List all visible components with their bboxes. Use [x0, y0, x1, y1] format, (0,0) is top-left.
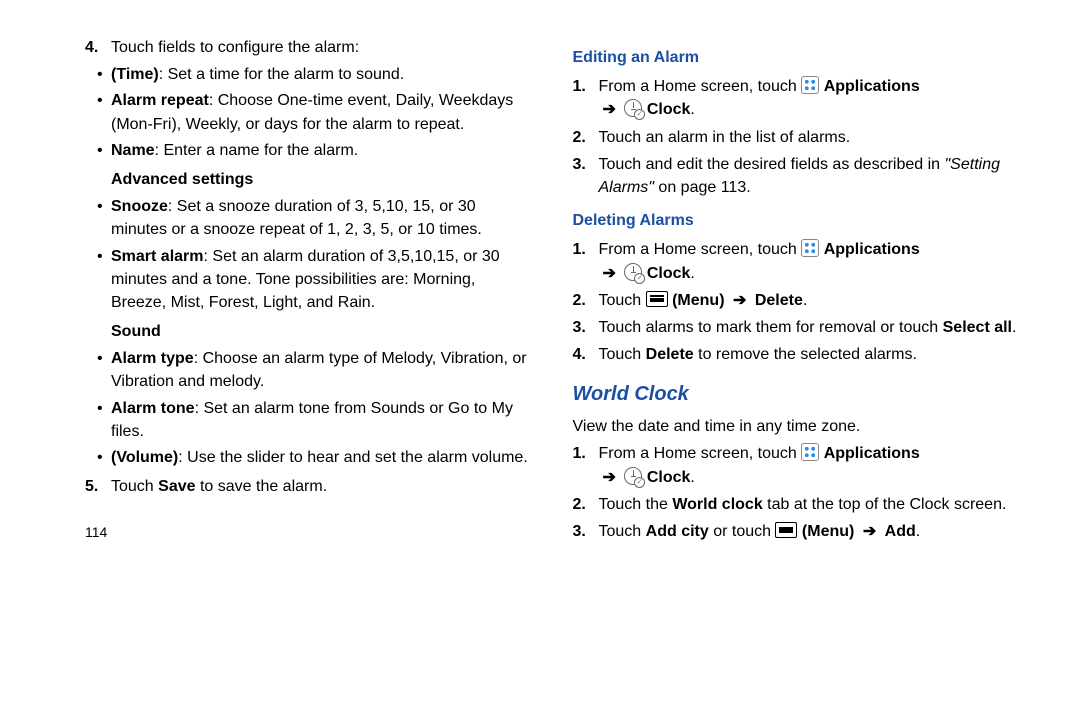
arrow-icon: ➔ [599, 466, 620, 489]
right-column: Editing an Alarm 1. From a Home screen, … [573, 36, 1021, 547]
arrow-icon: ➔ [599, 262, 620, 285]
edit-step-2: 2. Touch an alarm in the list of alarms. [573, 126, 1021, 149]
bullet-smart-alarm: • Smart alarm: Set an alarm duration of … [97, 245, 533, 315]
menu-icon [646, 291, 668, 307]
applications-icon [801, 443, 819, 461]
clock-icon [624, 99, 642, 117]
applications-icon [801, 239, 819, 257]
menu-icon [775, 522, 797, 538]
page-columns: 4. Touch fields to configure the alarm: … [85, 36, 1020, 547]
wc-step-2: 2. Touch the World clock tab at the top … [573, 493, 1021, 516]
step-5-number: 5. [85, 475, 111, 498]
step-5: 5. Touch Save to save the alarm. [85, 475, 533, 498]
del-step-1: 1. From a Home screen, touch Application… [573, 238, 1021, 284]
world-clock-intro: View the date and time in any time zone. [573, 415, 1021, 438]
bullet-volume: • (Volume): Use the slider to hear and s… [97, 446, 533, 469]
bullet-alarm-type: • Alarm type: Choose an alarm type of Me… [97, 347, 533, 393]
step-4-number: 4. [85, 36, 111, 59]
left-column: 4. Touch fields to configure the alarm: … [85, 36, 533, 547]
wc-step-3: 3. Touch Add city or touch (Menu) ➔ Add. [573, 520, 1021, 543]
world-clock-head: World Clock [573, 380, 1021, 409]
step-4-intro: Touch fields to configure the alarm: [111, 39, 359, 56]
bullet-alarm-tone: • Alarm tone: Set an alarm tone from Sou… [97, 397, 533, 443]
step-4-body: Touch fields to configure the alarm: [111, 36, 533, 59]
page-number: 114 [85, 522, 533, 542]
editing-alarm-head: Editing an Alarm [573, 46, 1021, 69]
arrow-icon: ➔ [599, 98, 620, 121]
arrow-icon: ➔ [859, 520, 880, 543]
clock-icon [624, 263, 642, 281]
applications-icon [801, 76, 819, 94]
arrow-icon: ➔ [729, 289, 750, 312]
bullet-alarm-repeat: • Alarm repeat: Choose One-time event, D… [97, 89, 533, 135]
del-step-3: 3. Touch alarms to mark them for removal… [573, 316, 1021, 339]
advanced-settings-head: Advanced settings [111, 168, 533, 191]
bullet-snooze: • Snooze: Set a snooze duration of 3, 5,… [97, 195, 533, 241]
step-4: 4. Touch fields to configure the alarm: [85, 36, 533, 59]
del-step-2: 2. Touch (Menu) ➔ Delete. [573, 289, 1021, 312]
bullet-name: • Name: Enter a name for the alarm. [97, 139, 533, 162]
sound-head: Sound [111, 320, 533, 343]
del-step-4: 4. Touch Delete to remove the selected a… [573, 343, 1021, 366]
wc-step-1: 1. From a Home screen, touch Application… [573, 442, 1021, 488]
bullet-time: • (Time): Set a time for the alarm to so… [97, 63, 533, 86]
edit-step-1: 1. From a Home screen, touch Application… [573, 75, 1021, 121]
clock-icon [624, 467, 642, 485]
edit-step-3: 3. Touch and edit the desired fields as … [573, 153, 1021, 199]
deleting-alarms-head: Deleting Alarms [573, 209, 1021, 232]
